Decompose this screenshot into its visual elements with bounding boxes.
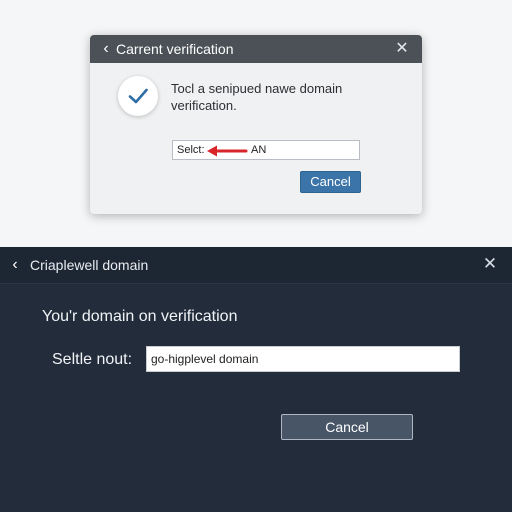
chevron-left-icon[interactable]: ‹ [8, 256, 22, 274]
close-icon[interactable]: ✕ [482, 255, 498, 272]
dialog-body: Tocl a senipued nawe domain verification… [90, 35, 422, 214]
red-arrow-icon [206, 144, 248, 163]
dialog-title: Criaplewell domain [30, 257, 149, 273]
select-label: Selct: [177, 144, 205, 156]
dialog-titlebar: ‹ Criaplewell domain ✕ [0, 247, 512, 284]
cancel-button[interactable]: Cancel [300, 171, 361, 193]
domain-dialog: ‹ Criaplewell domain ✕ You'r domain on v… [0, 247, 512, 512]
dialog-heading: You'r domain on verification [42, 308, 238, 325]
select-field[interactable]: Selct: AN [172, 140, 360, 160]
select-value: AN [251, 144, 267, 156]
domain-field-label: Seltle nout: [52, 351, 133, 368]
cancel-button[interactable]: Cancel [281, 414, 413, 440]
dialog-message: Tocl a senipued nawe domain verification… [171, 81, 343, 113]
verification-dialog: ‹ Carrent verification ✕ Tocl a senipued… [90, 35, 422, 214]
domain-input[interactable] [146, 346, 460, 372]
checkmark-icon [118, 76, 158, 116]
